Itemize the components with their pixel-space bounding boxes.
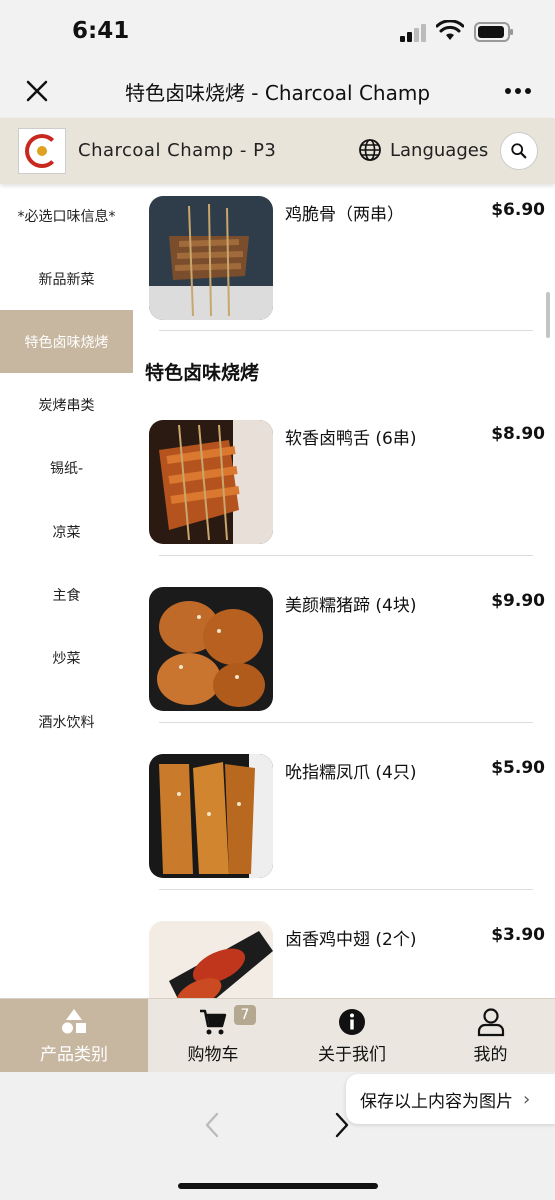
tab-label: 产品类别 (40, 1045, 108, 1065)
save-as-image-button[interactable]: 保存以上内容为图片 › (346, 1074, 555, 1124)
battery-icon (474, 22, 513, 42)
menu-item[interactable]: 美颜糯猪蹄 (4块) $9.90 (149, 587, 545, 715)
food-image (149, 754, 273, 878)
close-icon[interactable] (24, 78, 50, 104)
sidebar-item-charcoal-skewers[interactable]: 炭烤串类 (0, 373, 133, 436)
food-image (149, 587, 273, 711)
menu-list: 鸡脆骨（两串） $6.90 特色卤味烧烤 软香卤鸭舌 (6串) $8.90 美颜… (133, 184, 555, 998)
tab-cart[interactable]: 购物车 (148, 999, 278, 1073)
menu-item-price: $3.90 (491, 925, 545, 945)
food-image (149, 921, 273, 998)
sidebar-item-staple-food[interactable]: 主食 (0, 563, 133, 626)
wifi-icon (436, 20, 464, 40)
category-icon (62, 1009, 86, 1034)
search-icon (511, 143, 527, 159)
tab-my-account[interactable]: 我的 (426, 999, 555, 1073)
sidebar-item-required-flavor[interactable]: *必选口味信息* (0, 184, 133, 247)
category-sidebar: *必选口味信息* 新品新菜 特色卤味烧烤 炭烤串类 锡纸- 凉菜 主食 炒菜 酒… (0, 184, 133, 998)
sidebar-item-drinks[interactable]: 酒水饮料 (0, 690, 133, 753)
cart-count-badge: 7 (234, 1005, 256, 1025)
menu-item[interactable]: 卤香鸡中翅 (2个) $3.90 (149, 921, 545, 998)
sidebar-item-new-dishes[interactable]: 新品新菜 (0, 247, 133, 310)
food-image (149, 420, 273, 544)
bottom-tab-bar: 产品类别 购物车 7 关于我们 我的 (0, 998, 555, 1073)
search-button[interactable] (500, 132, 538, 170)
languages-label: Languages (390, 139, 489, 161)
divider (159, 555, 533, 556)
status-bar: 6:41 (0, 0, 555, 66)
menu-item-price: $6.90 (491, 200, 545, 220)
status-time: 6:41 (72, 18, 130, 44)
menu-item[interactable]: 软香卤鸭舌 (6串) $8.90 (149, 420, 545, 548)
sidebar-item-cold-dishes[interactable]: 凉菜 (0, 500, 133, 563)
chevron-right-icon: › (523, 1088, 531, 1110)
sidebar-item-specialty-bbq[interactable]: 特色卤味烧烤 (0, 310, 133, 373)
menu-item-price: $5.90 (491, 758, 545, 778)
food-image (149, 196, 273, 320)
menu-item-name: 吮指糯凤爪 (4只) (285, 763, 417, 783)
info-icon (339, 1009, 365, 1035)
browser-header: 特色卤味烧烤 - Charcoal Champ (0, 66, 555, 118)
languages-button[interactable]: Languages (358, 138, 488, 162)
user-icon (477, 1008, 504, 1037)
menu-item-name: 鸡脆骨（两串） (285, 205, 404, 225)
store-name: Charcoal Champ - P3 (78, 140, 277, 161)
menu-item[interactable]: 吮指糯凤爪 (4只) $5.90 (149, 754, 545, 882)
menu-item-price: $9.90 (491, 591, 545, 611)
tab-categories[interactable]: 产品类别 (0, 999, 148, 1073)
menu-item-name: 软香卤鸭舌 (6串) (285, 429, 417, 449)
divider (159, 889, 533, 890)
back-arrow-icon[interactable] (200, 1110, 224, 1140)
divider (159, 722, 533, 723)
store-logo (18, 128, 66, 174)
cart-icon (200, 1009, 227, 1035)
section-title: 特色卤味烧烤 (145, 362, 260, 384)
tab-label: 我的 (473, 1045, 508, 1065)
sidebar-item-foil[interactable]: 锡纸- (0, 436, 133, 499)
globe-icon (359, 139, 381, 161)
tab-label: 关于我们 (318, 1045, 386, 1065)
menu-item[interactable]: 鸡脆骨（两串） $6.90 (149, 196, 545, 324)
tab-about-us[interactable]: 关于我们 (278, 999, 426, 1073)
menu-item-price: $8.90 (491, 424, 545, 444)
store-header: Charcoal Champ - P3 Languages (0, 118, 555, 184)
tab-label: 购物车 (187, 1045, 239, 1065)
save-as-image-label: 保存以上内容为图片 (360, 1091, 513, 1112)
divider (159, 330, 533, 331)
scrollbar[interactable] (546, 292, 550, 338)
more-options-icon[interactable] (500, 78, 536, 104)
page-title: 特色卤味烧烤 - Charcoal Champ (124, 81, 431, 105)
sidebar-item-stir-fry[interactable]: 炒菜 (0, 626, 133, 689)
home-indicator (178, 1183, 378, 1189)
cellular-signal-icon (400, 24, 426, 42)
menu-item-name: 卤香鸡中翅 (2个) (285, 930, 417, 950)
menu-item-name: 美颜糯猪蹄 (4块) (285, 596, 417, 616)
